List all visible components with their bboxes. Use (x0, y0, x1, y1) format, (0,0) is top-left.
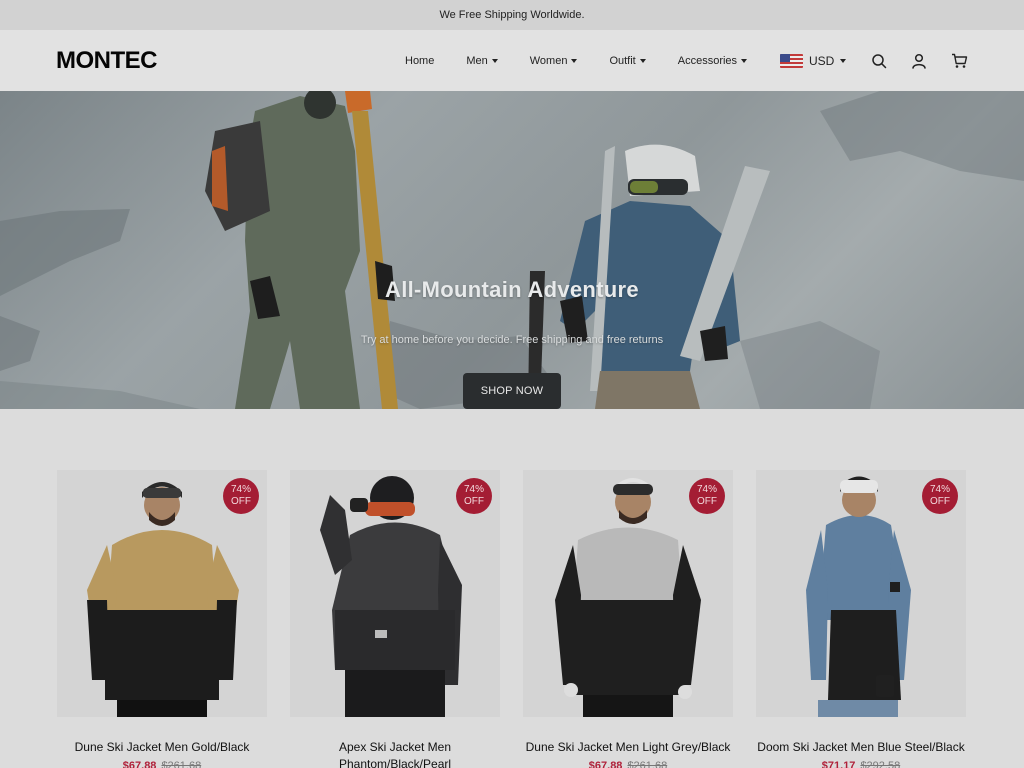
caret-down-icon (741, 58, 748, 63)
caret-down-icon (639, 58, 646, 63)
product-image[interactable]: 74% OFF (523, 470, 733, 717)
product-card[interactable]: 74% OFF Apex Ski Jacket Men Phantom/Blac… (290, 470, 500, 768)
badge-off: OFF (464, 496, 484, 507)
product-title[interactable]: Dune Ski Jacket Men Light Grey/Black (523, 739, 733, 756)
original-price: $261.68 (627, 760, 668, 768)
nav-label: Women (529, 54, 568, 67)
sale-price: $71.17 (821, 760, 856, 768)
product-image[interactable]: 74% OFF (290, 470, 500, 717)
us-flag-icon (780, 53, 803, 68)
product-grid: 74% OFF Dune Ski Jacket Men Gold/Black $… (57, 470, 966, 768)
product-title[interactable]: Doom Ski Jacket Men Blue Steel/Black (756, 739, 966, 756)
nav-label: Accessories (677, 54, 738, 67)
caret-down-icon (571, 58, 578, 63)
search-icon[interactable] (870, 52, 888, 70)
discount-badge: 74% OFF (922, 478, 958, 514)
product-title[interactable]: Apex Ski Jacket Men Phantom/Black/Pearl (290, 739, 500, 768)
nav-label: Men (466, 54, 488, 67)
shop-now-button[interactable]: SHOP NOW (463, 373, 561, 409)
nav-label: Outfit (609, 54, 636, 67)
nav-women[interactable]: Women (530, 55, 578, 67)
product-card[interactable]: 74% OFF Dune Ski Jacket Men Light Grey/B… (523, 470, 733, 768)
main-nav: Home Men Women Outfit Accessories (405, 30, 779, 91)
original-price: $292.58 (860, 760, 901, 768)
discount-badge: 74% OFF (456, 478, 492, 514)
badge-percent: 74% (463, 484, 484, 495)
nav-men[interactable]: Men (466, 54, 498, 67)
header-icons (870, 30, 968, 91)
badge-percent: 74% (230, 484, 251, 495)
nav-outfit[interactable]: Outfit (609, 54, 646, 67)
hero-banner: All-Mountain Adventure Try at home befor… (0, 91, 1024, 409)
badge-off: OFF (231, 496, 251, 507)
product-image[interactable]: 74% OFF (756, 470, 966, 717)
nav-label: Home (405, 54, 435, 67)
product-card[interactable]: 74% OFF Dune Ski Jacket Men Gold/Black $… (57, 470, 267, 768)
site-header: MONTEC Home Men Women Outfit Accessories… (0, 30, 1024, 91)
nav-home[interactable]: Home (405, 55, 434, 67)
product-title[interactable]: Dune Ski Jacket Men Gold/Black (57, 739, 267, 756)
skier-left-figure (205, 91, 398, 409)
hero-background-image (0, 91, 1024, 409)
hero-title: All-Mountain Adventure (385, 277, 639, 302)
badge-percent: 74% (929, 484, 950, 495)
hero-subtitle: Try at home before you decide. Free ship… (360, 334, 664, 346)
sale-price: $67.88 (122, 760, 157, 768)
badge-off: OFF (697, 496, 717, 507)
product-image[interactable]: 74% OFF (57, 470, 267, 717)
cart-icon[interactable] (950, 52, 968, 70)
announcement-bar: We Free Shipping Worldwide. (0, 0, 1024, 30)
price-row: $67.88 $261.68 (523, 760, 733, 768)
badge-off: OFF (930, 496, 950, 507)
price-row: $67.88 $261.68 (57, 760, 267, 768)
product-card[interactable]: 74% OFF Doom Ski Jacket Men Blue Steel/B… (756, 470, 966, 768)
caret-down-icon (840, 58, 847, 63)
announcement-text: We Free Shipping Worldwide. (439, 9, 585, 21)
badge-percent: 74% (696, 484, 717, 495)
price-row: $71.17 $292.58 (756, 760, 966, 768)
nav-accessories[interactable]: Accessories (677, 54, 748, 67)
logo[interactable]: MONTEC (56, 47, 158, 75)
discount-badge: 74% OFF (689, 478, 725, 514)
discount-badge: 74% OFF (223, 478, 259, 514)
original-price: $261.68 (161, 760, 202, 768)
caret-down-icon (491, 58, 498, 63)
currency-label: USD (809, 53, 835, 68)
sale-price: $67.88 (588, 760, 623, 768)
currency-selector[interactable]: USD (780, 30, 847, 91)
account-icon[interactable] (910, 52, 928, 70)
